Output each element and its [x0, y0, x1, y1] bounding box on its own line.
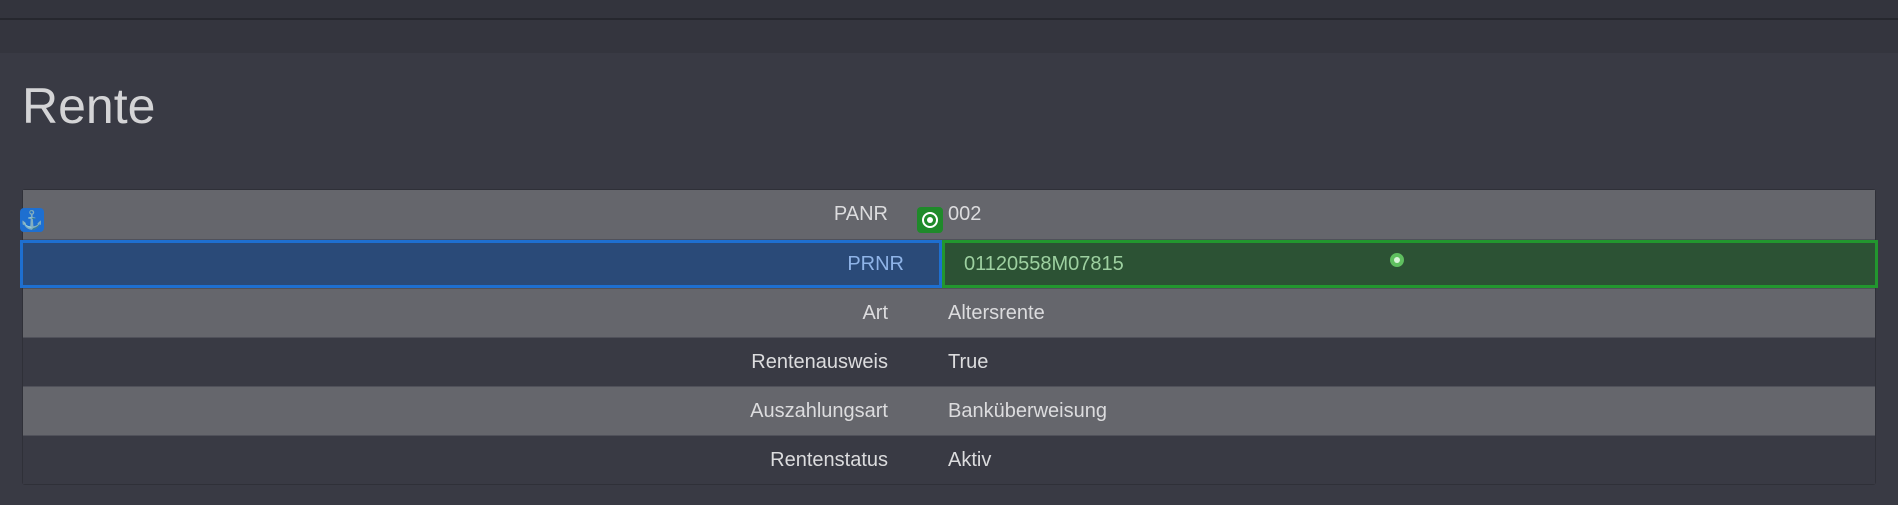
top-navbar — [0, 0, 1898, 20]
row-label: Rentenstatus — [770, 449, 888, 471]
page-content: Rente PANR 002 PRNR 01120558M07815 Art A… — [0, 53, 1898, 505]
table-row-art: Art Altersrente — [23, 288, 1875, 337]
row-label: Art — [862, 302, 888, 324]
target-icon — [917, 207, 943, 233]
row-label-highlighted[interactable]: PRNR — [20, 240, 942, 288]
sub-navbar — [0, 20, 1898, 53]
table-row-prnr[interactable]: PRNR 01120558M07815 — [20, 239, 1878, 288]
row-label: PANR — [833, 203, 888, 225]
table-row-rentenausweis: Rentenausweis True — [23, 337, 1875, 386]
row-value: Altersrente — [948, 302, 1045, 324]
target-dot — [927, 217, 933, 223]
table-row-panr: PANR 002 — [23, 190, 1875, 239]
details-table: PANR 002 PRNR 01120558M07815 Art Altersr… — [20, 189, 1878, 485]
anchor-icon: ⚓ — [20, 208, 44, 232]
row-value: True — [948, 351, 989, 373]
table-row-rentenstatus: Rentenstatus Aktiv — [23, 435, 1875, 484]
page-title: Rente — [22, 78, 156, 134]
row-value: Aktiv — [948, 449, 992, 471]
row-label: Auszahlungsart — [750, 400, 888, 422]
row-label: Rentenausweis — [751, 351, 888, 373]
row-value-highlighted[interactable]: 01120558M07815 — [942, 240, 1878, 288]
row-value: Banküberweisung — [948, 400, 1107, 422]
table-row-auszahlungsart: Auszahlungsart Banküberweisung — [23, 386, 1875, 435]
row-value: 002 — [948, 203, 982, 225]
cursor-point-icon — [1390, 253, 1404, 267]
